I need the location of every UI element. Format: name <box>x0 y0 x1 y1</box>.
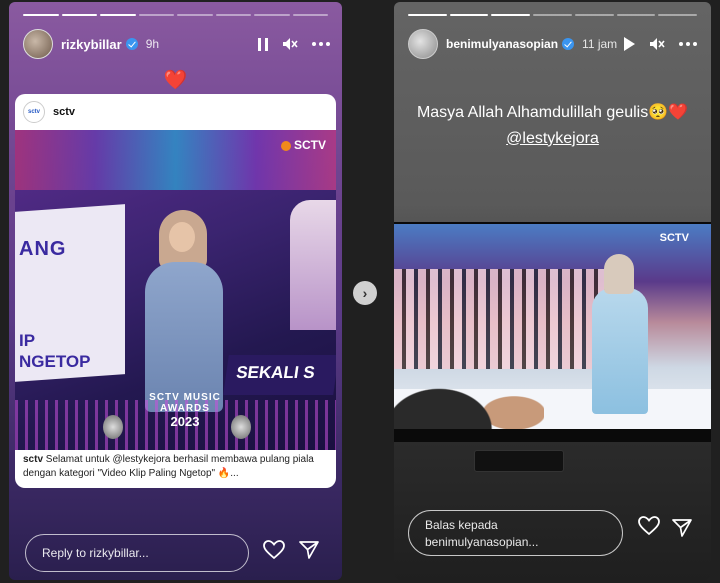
reply-input[interactable]: Balas kepada benimulyanasopian... <box>408 510 623 556</box>
shared-post[interactable]: sctv sctv SCTV ANG IP NGETOP SEKALI S SC… <box>15 94 336 488</box>
avatar[interactable] <box>23 29 53 59</box>
banner-text-2: IP NGETOP <box>19 331 91 372</box>
post-caption: sctv Selamat untuk @lestykejora berhasil… <box>23 454 314 479</box>
send-icon[interactable] <box>672 518 692 543</box>
story-right[interactable]: benimulyanasopian 11 jam Masya Allah Alh… <box>394 2 711 580</box>
story-text: Masya Allah Alhamdulillah geulis🥺❤️ @les… <box>394 100 711 151</box>
story-message: Masya Allah Alhamdulillah geulis🥺❤️ <box>416 104 689 121</box>
channel-logo: SCTV <box>280 138 326 152</box>
pause-icon[interactable] <box>258 37 268 51</box>
username[interactable]: benimulyanasopian <box>446 37 558 51</box>
banner-text: ANG <box>19 238 67 260</box>
story-progress <box>23 14 328 16</box>
story-progress <box>408 14 698 16</box>
chevron-right-icon[interactable]: › <box>353 281 377 305</box>
microphone-icon <box>103 415 123 439</box>
avatar[interactable] <box>408 29 438 59</box>
play-icon[interactable] <box>624 37 635 51</box>
singer-figure <box>141 210 227 412</box>
verified-icon <box>562 38 575 50</box>
tv-channel-logo: SCTV <box>659 232 689 244</box>
story-header: benimulyanasopian 11 jam <box>408 28 697 60</box>
tv-photo: SCTV <box>394 222 711 472</box>
username[interactable]: rizkybillar <box>61 37 122 52</box>
award-logo: SCTV MUSIC AWARDS 2023 <box>149 392 221 429</box>
post-avatar: sctv <box>23 101 45 123</box>
post-image: SCTV ANG IP NGETOP SEKALI S SCTV MUSIC A… <box>15 130 336 450</box>
reply-input[interactable]: Reply to rizkybillar... <box>25 534 249 572</box>
more-icon[interactable] <box>679 42 697 46</box>
send-icon[interactable] <box>299 540 319 565</box>
post-account[interactable]: sctv <box>53 106 75 118</box>
heart-outline-icon[interactable] <box>263 540 285 565</box>
story-header: rizkybillar 9h <box>23 28 330 60</box>
mute-icon[interactable] <box>282 37 298 51</box>
mute-icon[interactable] <box>649 37 665 51</box>
banner-sekali: SEKALI S <box>223 355 336 395</box>
heart-outline-icon[interactable] <box>638 516 660 541</box>
story-left[interactable]: rizkybillar 9h ❤️ sctv sctv SCTV ANG IP … <box>9 2 342 580</box>
verified-icon <box>125 38 138 50</box>
mention-link[interactable]: @lestykejora <box>394 126 711 152</box>
post-time: 9h <box>145 37 160 51</box>
heart-emoji: ❤️ <box>163 70 188 91</box>
post-time: 11 jam <box>582 37 618 51</box>
more-icon[interactable] <box>312 42 330 46</box>
story-viewer: rizkybillar 9h ❤️ sctv sctv SCTV ANG IP … <box>0 0 720 583</box>
